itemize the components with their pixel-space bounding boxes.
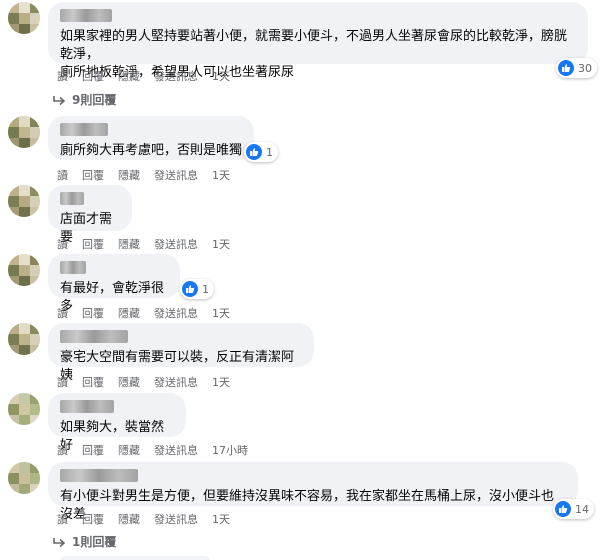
avatar[interactable] bbox=[8, 323, 40, 355]
next-comment-bubble bbox=[60, 556, 210, 560]
comment-actions: 讀回覆 隱藏 發送訊息 17小時 bbox=[57, 442, 262, 458]
hide-button[interactable]: 隱藏 bbox=[118, 167, 140, 183]
comment-actions: 讀回覆 隱藏 發送訊息 1天 bbox=[57, 374, 244, 390]
commenter-name[interactable] bbox=[60, 469, 138, 482]
timestamp[interactable]: 1天 bbox=[212, 167, 230, 183]
hide-button[interactable]: 隱藏 bbox=[118, 511, 140, 527]
avatar[interactable] bbox=[8, 254, 40, 286]
timestamp[interactable]: 17小時 bbox=[212, 442, 248, 458]
comment-actions: 讀回覆 隱藏 發送訊息 1天 bbox=[57, 305, 244, 321]
avatar[interactable] bbox=[8, 116, 40, 148]
like-icon bbox=[182, 281, 198, 297]
comment-bubble: 廁所夠大再考慮吧，否則是唯獨 bbox=[48, 116, 254, 160]
comment-actions: 讀回覆 隱藏 發送訊息 1天 bbox=[57, 68, 244, 84]
timestamp[interactable]: 1天 bbox=[212, 236, 230, 252]
comment-bubble: 豪宅大空間有需要可以裝，反正有清潔阿姨 bbox=[48, 323, 314, 383]
read-button[interactable]: 讀 bbox=[57, 511, 68, 527]
comment-actions: 讀回覆 隱藏 發送訊息 1天 bbox=[57, 511, 244, 527]
send-message-button[interactable]: 發送訊息 bbox=[154, 374, 198, 390]
read-button[interactable]: 讀 bbox=[57, 442, 68, 458]
comment-bubble: 有最好，會乾淨很多 bbox=[48, 254, 180, 314]
hide-button[interactable]: 隱藏 bbox=[118, 442, 140, 458]
hide-button[interactable]: 隱藏 bbox=[118, 236, 140, 252]
reply-button[interactable]: 回覆 bbox=[82, 374, 104, 390]
avatar[interactable] bbox=[8, 462, 40, 494]
hide-button[interactable]: 隱藏 bbox=[118, 305, 140, 321]
timestamp[interactable]: 1天 bbox=[212, 511, 230, 527]
commenter-name[interactable] bbox=[60, 192, 84, 205]
reply-button[interactable]: 回覆 bbox=[82, 511, 104, 527]
like-icon bbox=[555, 501, 571, 517]
read-button[interactable]: 讀 bbox=[57, 167, 68, 183]
read-button[interactable]: 讀 bbox=[57, 374, 68, 390]
send-message-button[interactable]: 發送訊息 bbox=[154, 236, 198, 252]
commenter-name[interactable] bbox=[60, 330, 128, 343]
reply-button[interactable]: 回覆 bbox=[82, 236, 104, 252]
commenter-name[interactable] bbox=[60, 400, 114, 413]
reply-button[interactable]: 回覆 bbox=[82, 68, 104, 84]
send-message-button[interactable]: 發送訊息 bbox=[154, 167, 198, 183]
read-button[interactable]: 讀 bbox=[57, 68, 68, 84]
commenter-name[interactable] bbox=[60, 123, 108, 136]
reaction-count[interactable]: 30 bbox=[556, 58, 597, 78]
comment-text: 廁所夠大再考慮吧，否則是唯獨 bbox=[60, 143, 243, 158]
reply-arrow-icon bbox=[53, 95, 66, 105]
reply-button[interactable]: 回覆 bbox=[82, 442, 104, 458]
comment-bubble: 如果夠大，裝當然好 bbox=[48, 393, 186, 453]
comment-bubble: 有小便斗對男生是方便，但要維持沒異味不容易，我在家都坐在馬桶上尿，沒小便斗也沒差 bbox=[48, 462, 578, 522]
read-button[interactable]: 讀 bbox=[57, 236, 68, 252]
comment-actions: 讀回覆 隱藏 發送訊息 1天 bbox=[57, 236, 244, 252]
comment-bubble: 店面才需要 bbox=[48, 185, 132, 245]
hide-button[interactable]: 隱藏 bbox=[118, 68, 140, 84]
timestamp[interactable]: 1天 bbox=[212, 374, 230, 390]
avatar[interactable] bbox=[8, 2, 40, 34]
reply-arrow-icon bbox=[53, 537, 66, 547]
send-message-button[interactable]: 發送訊息 bbox=[154, 442, 198, 458]
commenter-name[interactable] bbox=[60, 261, 86, 274]
timestamp[interactable]: 1天 bbox=[212, 305, 230, 321]
like-icon bbox=[246, 144, 262, 160]
comment-bubble: 如果家裡的男人堅持要站著小便，就需要小便斗，不過男人坐著尿會尿的比較乾淨，膀胱乾… bbox=[48, 2, 588, 80]
send-message-button[interactable]: 發送訊息 bbox=[154, 68, 198, 84]
reaction-count[interactable]: 1 bbox=[180, 279, 214, 299]
read-button[interactable]: 讀 bbox=[57, 305, 68, 321]
like-icon bbox=[558, 60, 574, 76]
commenter-name[interactable] bbox=[60, 9, 112, 22]
reply-button[interactable]: 回覆 bbox=[82, 167, 104, 183]
reaction-count[interactable]: 1 bbox=[244, 142, 278, 162]
timestamp[interactable]: 1天 bbox=[212, 68, 230, 84]
reply-button[interactable]: 回覆 bbox=[82, 305, 104, 321]
view-replies-button[interactable]: 1則回覆 bbox=[52, 533, 116, 550]
comment-actions: 讀回覆 隱藏 發送訊息 1天 bbox=[57, 167, 244, 183]
hide-button[interactable]: 隱藏 bbox=[118, 374, 140, 390]
avatar[interactable] bbox=[8, 393, 40, 425]
send-message-button[interactable]: 發送訊息 bbox=[154, 305, 198, 321]
avatar[interactable] bbox=[8, 185, 40, 217]
send-message-button[interactable]: 發送訊息 bbox=[154, 511, 198, 527]
reaction-count[interactable]: 14 bbox=[553, 499, 594, 519]
view-replies-button[interactable]: 9則回覆 bbox=[52, 91, 116, 108]
